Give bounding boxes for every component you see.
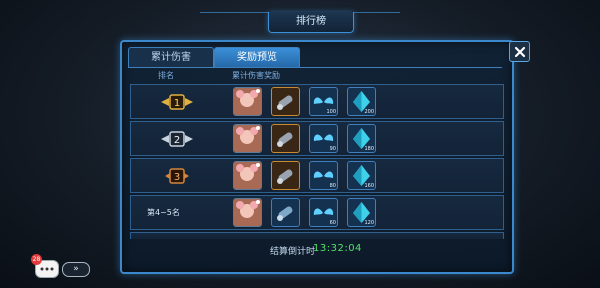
rank-1-number: 1 <box>174 98 180 109</box>
reward-crystal-item[interactable]: 200 <box>347 87 376 116</box>
reward-wings-item[interactable]: 80 <box>309 161 338 190</box>
countdown-timer: 13:32:04 <box>313 243 362 254</box>
reward-wings-item[interactable]: 60 <box>309 198 338 227</box>
item-count: 80 <box>329 183 336 189</box>
rank-row-partial <box>130 232 504 239</box>
avatar-icon <box>234 88 261 115</box>
column-header-rank: 排名 <box>158 71 174 80</box>
missile-icon <box>277 95 293 110</box>
rank-row-1: 1 100 200 <box>130 84 504 119</box>
avatar-icon <box>234 199 261 226</box>
expand-chat-button[interactable]: » <box>62 262 90 277</box>
reward-crystal-item[interactable]: 180 <box>347 124 376 153</box>
missile-icon <box>277 206 293 221</box>
rank-row-4-5: 第4~5名 60 120 <box>130 195 504 230</box>
rank-range-label: 第4~5名 <box>147 208 180 217</box>
item-count: 180 <box>364 146 374 152</box>
silver-rank-2-badge: 2 <box>161 131 193 147</box>
rank-row-2: 2 90 180 <box>130 121 504 156</box>
column-header-reward: 累计伤害奖励 <box>232 71 280 80</box>
reward-crystal-item[interactable]: 160 <box>347 161 376 190</box>
tab-reward-preview[interactable]: 奖励预览 <box>214 47 300 68</box>
item-count: 90 <box>329 146 336 152</box>
countdown-label: 结算倒计时 <box>270 247 316 257</box>
item-count: 100 <box>326 109 336 115</box>
avatar-icon <box>234 162 261 189</box>
chat-unread-badge: 28 <box>31 254 42 265</box>
avatar-icon <box>234 125 261 152</box>
missile-icon <box>277 169 293 184</box>
rank-3-number: 3 <box>174 172 180 183</box>
item-count: 200 <box>364 109 374 115</box>
missile-icon <box>277 132 293 147</box>
close-icon <box>514 46 525 57</box>
reward-missile-item[interactable] <box>271 124 300 153</box>
item-count: 160 <box>364 183 374 189</box>
reward-avatar-item[interactable] <box>233 161 262 190</box>
reward-wings-item[interactable]: 100 <box>309 87 338 116</box>
reward-avatar-item[interactable] <box>233 198 262 227</box>
bronze-rank-3-badge: 3 <box>165 168 189 184</box>
rank-row-3: 3 80 160 <box>130 158 504 193</box>
reward-missile-item[interactable] <box>271 198 300 227</box>
reward-avatar-item[interactable] <box>233 124 262 153</box>
close-button[interactable] <box>509 41 530 62</box>
page-title: 排行榜 <box>268 12 354 33</box>
reward-avatar-item[interactable] <box>233 87 262 116</box>
reward-wings-item[interactable]: 90 <box>309 124 338 153</box>
reward-crystal-item[interactable]: 120 <box>347 198 376 227</box>
tab-divider <box>128 67 502 68</box>
reward-missile-item[interactable] <box>271 87 300 116</box>
item-count: 60 <box>329 220 336 226</box>
reward-missile-item[interactable] <box>271 161 300 190</box>
gold-rank-1-badge: 1 <box>161 94 193 110</box>
item-count: 120 <box>364 220 374 226</box>
tab-cumulative-damage[interactable]: 累计伤害 <box>128 47 214 68</box>
rank-2-number: 2 <box>174 135 180 146</box>
